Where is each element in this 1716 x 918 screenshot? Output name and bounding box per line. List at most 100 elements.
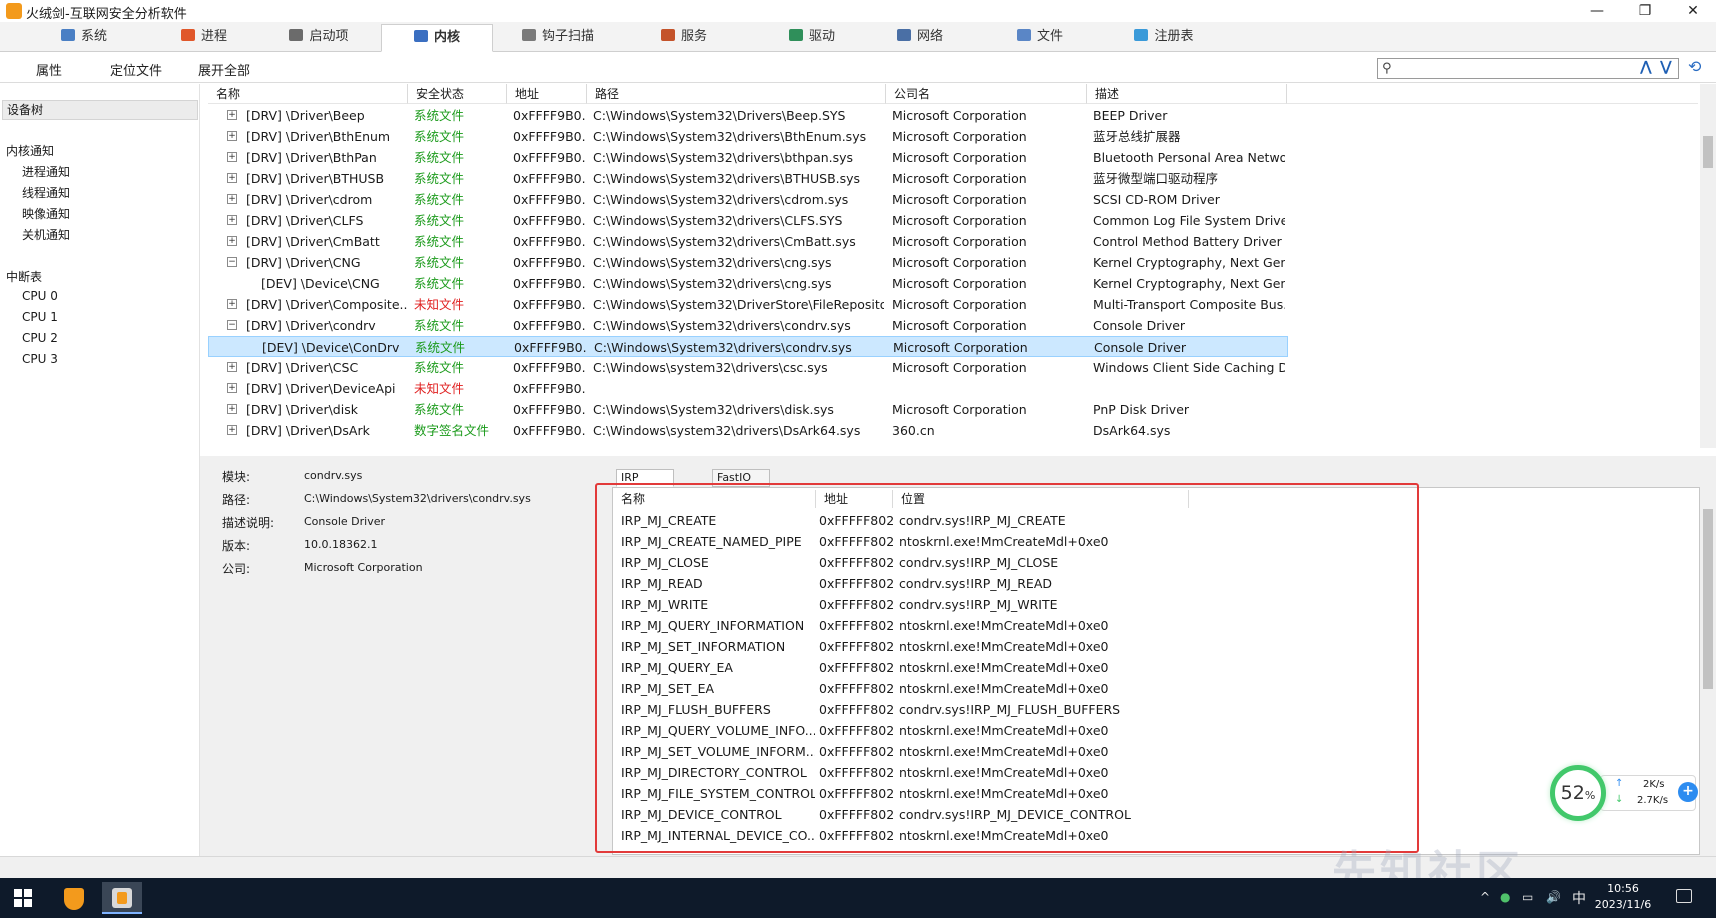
- notify-item[interactable]: 关机通知: [22, 226, 70, 243]
- notify-item[interactable]: 进程通知: [22, 163, 70, 180]
- tab-4[interactable]: 内核: [381, 24, 493, 52]
- cpu-item[interactable]: CPU 3: [22, 352, 58, 366]
- expand-icon[interactable]: +: [227, 383, 237, 393]
- tab-6[interactable]: 服务: [630, 24, 738, 52]
- expand-icon[interactable]: +: [227, 362, 237, 372]
- grid-scrollbar[interactable]: [1700, 84, 1716, 448]
- table-row[interactable]: + [DRV] \Driver\DeviceApi 未知文件 0xFFFF9B0...: [208, 378, 1288, 399]
- device-tree-item[interactable]: 设备树: [2, 100, 198, 120]
- cell-addr: 0xFFFF9B0...: [513, 297, 585, 312]
- expand-icon[interactable]: +: [227, 425, 237, 435]
- tab-8[interactable]: 网络: [870, 24, 970, 52]
- irp-scrollbar[interactable]: [1700, 487, 1716, 855]
- grid-column-header[interactable]: 公司名: [886, 84, 1087, 104]
- clock[interactable]: 10:56 2023/11/6: [1590, 881, 1656, 913]
- tab-label: 进程: [200, 29, 227, 44]
- hook-icon: [521, 29, 536, 41]
- table-row[interactable]: −[DRV] \Driver\CNG 系统文件 0xFFFF9B0... C:\Win…: [208, 252, 1288, 273]
- cpu-item[interactable]: CPU 0: [22, 289, 58, 303]
- start-button[interactable]: [14, 889, 32, 907]
- cell-addr: 0xFFFF9B0...: [513, 255, 585, 270]
- table-row[interactable]: + [DRV] \Driver\BTHUSB 系统文件 0xFFFF9B0... C:\…: [208, 168, 1288, 189]
- table-row[interactable]: + [DRV] \Driver\CSC 系统文件 0xFFFF9B0... C:\Win…: [208, 357, 1288, 378]
- tab-9[interactable]: 文件: [990, 24, 1090, 52]
- grid-column-header[interactable]: 安全状态: [408, 84, 507, 104]
- cell-company: Microsoft Corporation: [892, 255, 1027, 270]
- irp-scroll-thumb[interactable]: [1703, 509, 1713, 689]
- network-speed-widget[interactable]: ↑ 2K/s ↓ 2.7K/s 52% +: [1550, 765, 1698, 821]
- properties-button[interactable]: 属性: [36, 60, 62, 79]
- tray-expand-icon[interactable]: ^: [1480, 890, 1490, 904]
- cell-status: 系统文件: [414, 318, 465, 333]
- cell-company: Microsoft Corporation: [892, 171, 1027, 186]
- cell-name: [DRV] \Driver\DsArk: [246, 423, 370, 438]
- grid-column-header[interactable]: 描述: [1087, 84, 1287, 104]
- expand-all-button[interactable]: 展开全部: [198, 60, 250, 79]
- ime-indicator[interactable]: 中: [1572, 888, 1586, 908]
- table-row[interactable]: + [DRV] \Driver\Beep 系统文件 0xFFFF9B0... C:\Wi…: [208, 105, 1288, 126]
- cell-path: C:\Windows\System32\drivers\BTHUSB.sys: [593, 171, 861, 186]
- info-label: 路径:: [222, 493, 251, 507]
- kernel-notify-item[interactable]: 内核通知: [6, 142, 54, 159]
- minimize-button[interactable]: —: [1574, 0, 1620, 22]
- notification-icon[interactable]: [1676, 889, 1692, 903]
- table-row[interactable]: + [DRV] \Driver\Composite... 未知文件 0xFFFF9B0…: [208, 294, 1288, 315]
- expand-icon[interactable]: +: [227, 404, 237, 414]
- table-row[interactable]: + [DRV] \Driver\cdrom 系统文件 0xFFFF9B0... C:\W…: [208, 189, 1288, 210]
- table-row[interactable]: + [DRV] \Driver\DsArk 数字签名文件 0xFFFF9B0... C:…: [208, 420, 1288, 441]
- tray-volume-icon[interactable]: 🔊: [1546, 890, 1561, 904]
- close-button[interactable]: ✕: [1670, 0, 1716, 22]
- expand-icon[interactable]: +: [227, 152, 237, 162]
- tab-2[interactable]: 进程: [154, 24, 254, 52]
- grid-column-header[interactable]: 路径: [587, 84, 886, 104]
- cpu-item[interactable]: CPU 1: [22, 310, 58, 324]
- interrupt-table-item[interactable]: 中断表: [6, 268, 42, 285]
- collapse-icon[interactable]: −: [227, 320, 237, 330]
- cell-addr: 0xFFFF9B0...: [513, 318, 585, 333]
- notify-item[interactable]: 映像通知: [22, 205, 70, 222]
- table-row[interactable]: + [DRV] \Driver\BthEnum 系统文件 0xFFFF9B0... C:…: [208, 126, 1288, 147]
- cpu-item[interactable]: CPU 2: [22, 331, 58, 345]
- expand-icon[interactable]: +: [227, 131, 237, 141]
- cell-addr: 0xFFFF9B0...: [513, 150, 585, 165]
- table-row[interactable]: + [DRV] \Driver\CLFS 系统文件 0xFFFF9B0... C:\Wi…: [208, 210, 1288, 231]
- add-icon[interactable]: +: [1678, 782, 1698, 802]
- table-row[interactable]: + [DRV] \Driver\disk 系统文件 0xFFFF9B0... C:\Wi…: [208, 399, 1288, 420]
- search-down-icon[interactable]: ⋁: [1660, 59, 1672, 75]
- grid-column-header[interactable]: 地址: [507, 84, 587, 104]
- tray-network-icon[interactable]: ▭: [1522, 890, 1533, 904]
- refresh-icon[interactable]: ⟲: [1688, 57, 1701, 76]
- table-row[interactable]: + [DRV] \Driver\BthPan 系统文件 0xFFFF9B0... C:\…: [208, 147, 1288, 168]
- grid-column-header[interactable]: 名称: [208, 84, 408, 104]
- tab-1[interactable]: 系统: [30, 24, 138, 52]
- window-title: 火绒剑-互联网安全分析软件: [26, 7, 187, 22]
- grid-scroll-thumb[interactable]: [1703, 136, 1713, 168]
- maximize-button[interactable]: ❐: [1622, 0, 1668, 22]
- tab-7[interactable]: 驱动: [762, 24, 862, 52]
- table-row[interactable]: −[DRV] \Driver\condrv 系统文件 0xFFFF9B0... C:\…: [208, 315, 1288, 336]
- search-input[interactable]: [1400, 60, 1620, 77]
- expand-icon[interactable]: +: [227, 236, 237, 246]
- windows-flag-icon: [180, 29, 195, 41]
- tab-5[interactable]: 钩子扫描: [502, 24, 614, 52]
- expand-icon[interactable]: +: [227, 173, 237, 183]
- expand-icon[interactable]: +: [227, 299, 237, 309]
- expand-icon[interactable]: +: [227, 110, 237, 120]
- tray-security-icon[interactable]: ●: [1500, 890, 1510, 904]
- tab-10[interactable]: 注册表: [1108, 24, 1220, 52]
- taskbar-huorong-icon[interactable]: [54, 882, 94, 914]
- table-row[interactable]: + [DRV] \Driver\CmBatt 系统文件 0xFFFF9B0... C:\…: [208, 231, 1288, 252]
- taskbar-huorongjian-icon[interactable]: [102, 882, 142, 914]
- cell-path: C:\Windows\System32\drivers\cng.sys: [593, 255, 832, 270]
- search-up-icon[interactable]: ⋀: [1640, 59, 1652, 75]
- collapse-icon[interactable]: −: [227, 257, 237, 267]
- table-row[interactable]: [DEV] \Device\CNG 系统文件 0xFFFF9B0... C:\Wind…: [208, 273, 1288, 294]
- highlight-annotation-box: [595, 483, 1419, 853]
- notify-item[interactable]: 线程通知: [22, 184, 70, 201]
- table-row[interactable]: [DEV] \Device\ConDrv 系统文件 0xFFFF9B0... C:\W…: [208, 336, 1288, 357]
- expand-icon[interactable]: +: [227, 194, 237, 204]
- expand-icon[interactable]: +: [227, 215, 237, 225]
- service-icon: [660, 29, 675, 41]
- locate-file-button[interactable]: 定位文件: [110, 60, 162, 79]
- tab-3[interactable]: 启动项: [264, 24, 374, 52]
